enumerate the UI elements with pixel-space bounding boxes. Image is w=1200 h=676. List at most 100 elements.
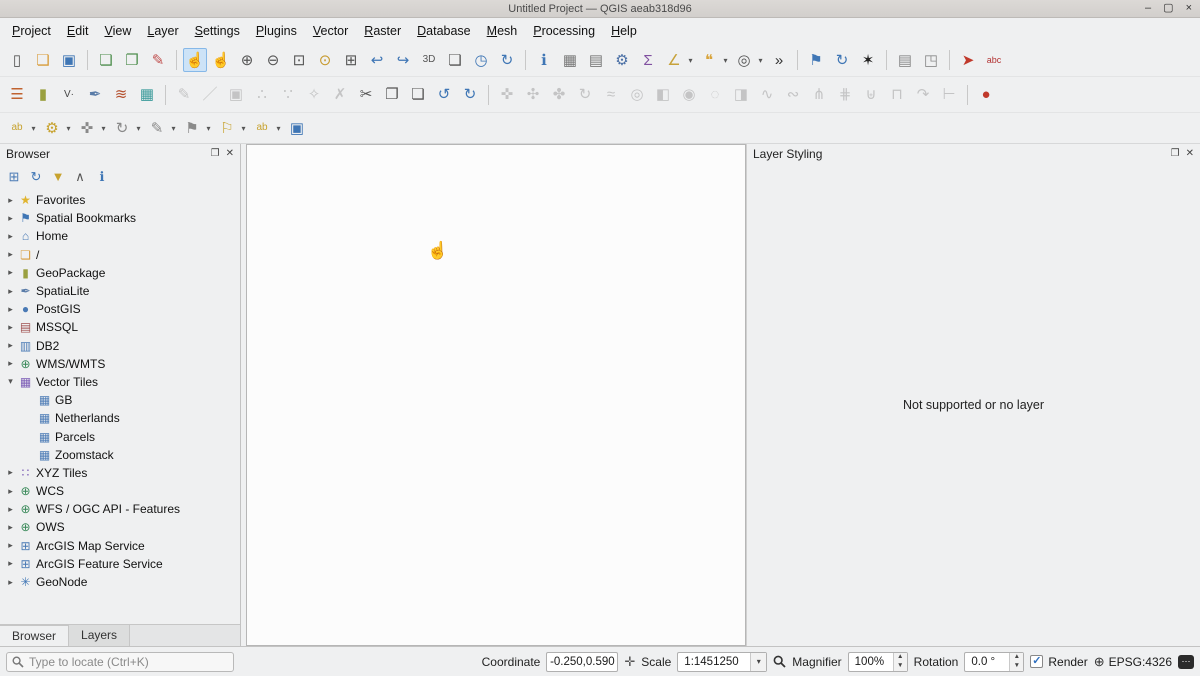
expander-icon[interactable]: ▸ [4, 558, 17, 569]
crs-button[interactable]: ⊕ EPSG:4326 [1094, 655, 1172, 669]
new-virtual-layer-icon[interactable]: V· [57, 83, 81, 107]
rotate-point-symbols-icon[interactable]: ↷ [911, 83, 935, 107]
menu-help[interactable]: Help [603, 20, 645, 42]
properties-widget-icon[interactable]: ℹ [92, 166, 112, 186]
new-spatial-bookmark-icon[interactable]: ⚑ [804, 48, 828, 72]
pan-to-selection-icon[interactable]: ☝ [209, 48, 233, 72]
move-label-icon[interactable]: ✜ [75, 116, 99, 140]
expander-icon[interactable]: ▸ [4, 231, 17, 242]
browser-item-gb[interactable]: ▦GB [0, 391, 240, 409]
split-features-icon[interactable]: ⋔ [807, 83, 831, 107]
new-shapefile-layer-icon[interactable]: ≋ [109, 83, 133, 107]
copy-features-icon[interactable]: ❐ [380, 83, 404, 107]
panel-tab-browser[interactable]: Browser [0, 625, 69, 646]
plugin-tool-1-icon[interactable]: ▤ [893, 48, 917, 72]
browser-item-wfs-ogc-api-features[interactable]: ▸⊕WFS / OGC API - Features [0, 500, 240, 518]
new-project-icon[interactable]: ▯ [5, 48, 29, 72]
debugging-tools-icon[interactable]: ✶ [856, 48, 880, 72]
toggle-editing-icon[interactable]: ／ [198, 83, 222, 107]
browser-item-arcgis-feature-service[interactable]: ▸⊞ArcGIS Feature Service [0, 555, 240, 573]
measure-line-dropdown-icon[interactable]: ▾ [686, 56, 695, 65]
cut-features-icon[interactable]: ✂ [354, 83, 378, 107]
open-project-icon[interactable]: ❏ [31, 48, 55, 72]
menu-layer[interactable]: Layer [139, 20, 186, 42]
pin-unpin-labels-icon[interactable]: ⚑ [180, 116, 204, 140]
layer-labeling-options-dropdown-icon[interactable]: ▾ [29, 124, 38, 133]
current-edits-icon[interactable]: ✎ [172, 83, 196, 107]
change-label-properties-icon[interactable]: ✎ [145, 116, 169, 140]
expander-icon[interactable]: ▾ [4, 376, 17, 387]
styling-close-button[interactable]: ✕ [1186, 149, 1194, 159]
pin-unpin-labels-dropdown-icon[interactable]: ▾ [204, 124, 213, 133]
rotate-label-icon[interactable]: ↻ [110, 116, 134, 140]
zoom-last-icon[interactable]: ↩ [365, 48, 389, 72]
highlight-pinned-labels-dropdown-icon[interactable]: ▾ [239, 124, 248, 133]
merge-feature-attributes-icon[interactable]: ⊓ [885, 83, 909, 107]
add-part-icon[interactable]: ◧ [651, 83, 675, 107]
new-3d-map-view-icon[interactable]: 3D [417, 48, 441, 72]
save-project-icon[interactable]: ▣ [57, 48, 81, 72]
menu-settings[interactable]: Settings [187, 20, 248, 42]
menu-processing[interactable]: Processing [525, 20, 603, 42]
add-point-feature-icon[interactable]: ∵ [276, 83, 300, 107]
browser-item-vector-tiles[interactable]: ▾▦Vector Tiles [0, 373, 240, 391]
delete-ring-icon[interactable]: ◌ [703, 83, 727, 107]
close-button[interactable]: × [1186, 3, 1192, 14]
magnifier-lens-icon[interactable] [773, 655, 786, 668]
digitize-with-segment-icon[interactable]: ∴ [250, 83, 274, 107]
expander-icon[interactable]: ▸ [4, 486, 17, 497]
browser-item-geonode[interactable]: ▸✳GeoNode [0, 573, 240, 591]
move-label-dropdown-icon[interactable]: ▾ [99, 124, 108, 133]
undo-icon[interactable]: ↺ [432, 83, 456, 107]
show-hide-labels-dropdown-icon[interactable]: ▾ [274, 124, 283, 133]
minimize-button[interactable]: – [1145, 3, 1151, 14]
toggle-extents-icon[interactable]: ✛ [624, 655, 635, 668]
reshape-features-icon[interactable]: ∾ [781, 83, 805, 107]
refresh-browser-icon[interactable]: ↻ [26, 166, 46, 186]
browser-item-xyz-tiles[interactable]: ▸∷XYZ Tiles [0, 464, 240, 482]
browser-item-ows[interactable]: ▸⊕OWS [0, 518, 240, 536]
browser-item-geopackage[interactable]: ▸▮GeoPackage [0, 264, 240, 282]
temporal-controller-icon[interactable]: ◷ [469, 48, 493, 72]
menu-edit[interactable]: Edit [59, 20, 97, 42]
add-selected-layers-icon[interactable]: ⊞ [4, 166, 24, 186]
collapse-all-icon[interactable]: ∧ [70, 166, 90, 186]
open-field-calculator-icon[interactable]: ▤ [584, 48, 608, 72]
browser-item-zoomstack[interactable]: ▦Zoomstack [0, 446, 240, 464]
toolbar-overflow-icon[interactable]: » [767, 48, 791, 72]
paste-features-icon[interactable]: ❏ [406, 83, 430, 107]
render-checkbox[interactable]: ✓ Render [1030, 655, 1087, 669]
zoom-to-feature-dropdown-icon[interactable]: ▾ [756, 56, 765, 65]
expander-icon[interactable]: ▸ [4, 358, 17, 369]
browser-item-db2[interactable]: ▸▥DB2 [0, 337, 240, 355]
processing-toolbox-icon[interactable]: ⚙ [610, 48, 634, 72]
zoom-next-icon[interactable]: ↪ [391, 48, 415, 72]
data-source-manager-icon[interactable]: ☰ [5, 83, 29, 107]
zoom-to-feature-icon[interactable]: ◎ [732, 48, 756, 72]
new-print-layout-icon[interactable]: ❏ [94, 48, 118, 72]
magnifier-steppers[interactable]: ▲▼ [893, 653, 907, 671]
expander-icon[interactable]: ▸ [4, 504, 17, 515]
expander-icon[interactable]: ▸ [4, 322, 17, 333]
expander-icon[interactable]: ▸ [4, 522, 17, 533]
scale-dropdown-icon[interactable]: ▾ [750, 653, 766, 671]
menu-plugins[interactable]: Plugins [248, 20, 305, 42]
rotation-steppers[interactable]: ▲▼ [1009, 653, 1023, 671]
redo-icon[interactable]: ↻ [458, 83, 482, 107]
measure-line-icon[interactable]: ∠ [662, 48, 686, 72]
filter-browser-icon[interactable]: ▼ [48, 166, 68, 186]
locate-search-input[interactable]: Type to locate (Ctrl+K) [6, 652, 234, 672]
title-bar[interactable]: Untitled Project — QGIS aeab318d96 – ▢ × [0, 0, 1200, 18]
browser-item-home[interactable]: ▸⌂Home [0, 227, 240, 245]
diagram-options-extra-icon[interactable]: ▣ [285, 116, 309, 140]
layer-diagram-options-dropdown-icon[interactable]: ▾ [64, 124, 73, 133]
browser-item-spatial-bookmarks[interactable]: ▸⚑Spatial Bookmarks [0, 209, 240, 227]
menu-database[interactable]: Database [409, 20, 479, 42]
magnifier-spinbox[interactable]: 100% ▲▼ [848, 652, 908, 672]
browser-item-wms-wmts[interactable]: ▸⊕WMS/WMTS [0, 355, 240, 373]
rotate-label-dropdown-icon[interactable]: ▾ [134, 124, 143, 133]
fill-ring-icon[interactable]: ◉ [677, 83, 701, 107]
vertex-tool-icon[interactable]: ✧ [302, 83, 326, 107]
simplify-feature-icon[interactable]: ≈ [599, 83, 623, 107]
browser-item-parcels[interactable]: ▦Parcels [0, 427, 240, 445]
